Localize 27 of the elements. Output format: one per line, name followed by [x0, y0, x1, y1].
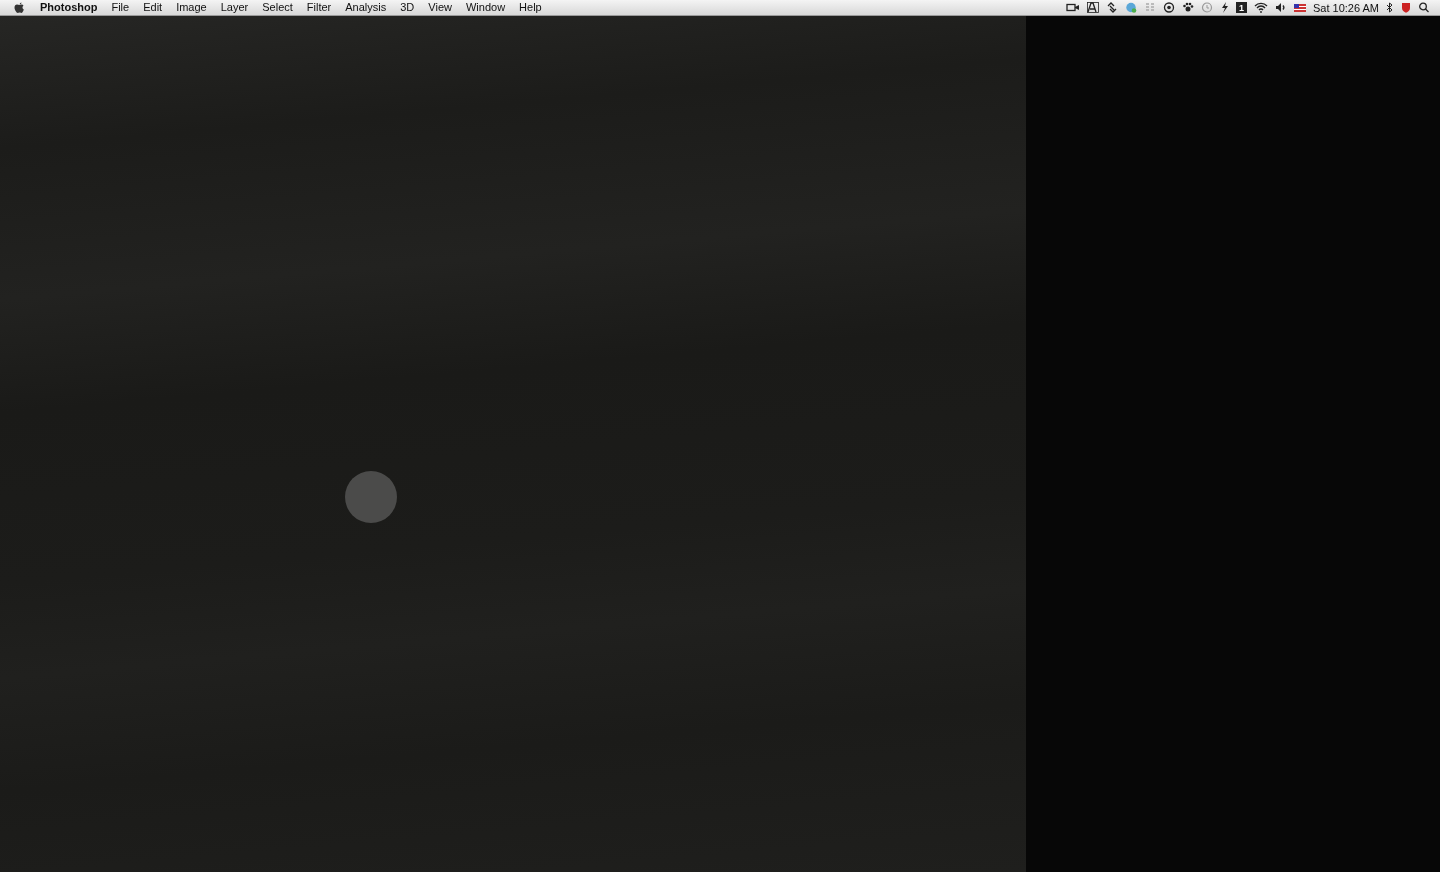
app-menu[interactable]: Photoshop: [33, 0, 105, 15]
video-camera-icon[interactable]: [1065, 2, 1080, 13]
wifi-icon[interactable]: [1253, 2, 1268, 13]
menu-item[interactable]: File: [104, 0, 137, 15]
menu-item[interactable]: Window: [458, 0, 513, 15]
menu-item[interactable]: Filter: [299, 0, 339, 15]
paw-icon[interactable]: [1181, 2, 1194, 13]
menu-item[interactable]: Help: [512, 0, 549, 15]
apple-logo-icon[interactable]: [14, 1, 25, 14]
shield-icon[interactable]: [1401, 2, 1411, 13]
menu-item[interactable]: 3D: [393, 0, 422, 15]
menu-item[interactable]: Edit: [136, 0, 170, 15]
menu-item[interactable]: Image: [169, 0, 214, 15]
flag-icon[interactable]: [1293, 2, 1306, 13]
space-number-badge[interactable]: 1: [1235, 2, 1247, 13]
menu-item[interactable]: Layer: [213, 0, 256, 15]
letter-a-icon[interactable]: [1086, 2, 1099, 13]
bluetooth-icon[interactable]: [1386, 2, 1394, 13]
menu-bar-clock[interactable]: Sat 10:26 AM: [1312, 1, 1379, 14]
search-icon[interactable]: [1418, 2, 1430, 13]
menu-item[interactable]: Analysis: [338, 0, 394, 15]
brush-cursor-icon: [345, 471, 397, 523]
lightning-icon[interactable]: [1219, 2, 1229, 13]
circle-icon[interactable]: [1162, 2, 1175, 13]
menu-item[interactable]: Select: [255, 0, 300, 15]
menu-item[interactable]: View: [421, 0, 459, 15]
speaker-icon[interactable]: [1274, 2, 1287, 13]
